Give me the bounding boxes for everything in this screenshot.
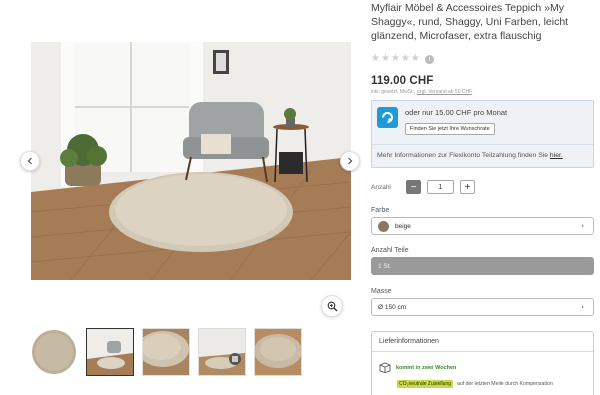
parts-select[interactable]: 1 St. — [371, 257, 594, 275]
product-info-panel: Myflair Möbel & Accessoires Teppich »My … — [371, 0, 595, 395]
zoom-button[interactable] — [321, 295, 343, 317]
chevron-right-icon — [348, 157, 353, 165]
color-select[interactable]: beige › — [371, 217, 594, 235]
parts-value: 1 St. — [378, 262, 392, 270]
thumbnail[interactable] — [198, 328, 246, 376]
co2-badge: CO₂neutrale Zustellung — [397, 380, 453, 388]
vat-prefix: inkl. gesetzl. MwSt., — [371, 89, 416, 95]
package-icon — [379, 362, 391, 373]
shipping-link[interactable]: zzgl. Versand ab 50 CHF — [417, 89, 473, 95]
star-icon: ★ — [390, 53, 400, 64]
thumbnail[interactable] — [254, 328, 302, 376]
quantity-input[interactable]: 1 — [427, 180, 454, 194]
finance-more-link[interactable]: hier. — [550, 152, 563, 159]
monthly-rate-text: oder nur 15.00 CHF pro Monat — [405, 108, 508, 117]
quantity-plus-button[interactable]: + — [460, 180, 475, 194]
thumbnail[interactable] — [142, 328, 190, 376]
color-label: Farbe — [371, 207, 390, 214]
quantity-minus-button[interactable]: − — [406, 180, 421, 194]
thumbnail-active[interactable] — [86, 328, 134, 376]
find-rate-button[interactable]: Finden Sie jetzt Ihre Wunschrate — [405, 123, 495, 135]
delivery-info-box: Lieferinformationen kommt in zwei Wochen… — [371, 331, 594, 395]
next-image-button[interactable] — [340, 151, 360, 171]
finance-more-info: Mehr Informationen zur Flexikonto Teilza… — [372, 145, 593, 167]
quantity-stepper: Anzahl − 1 + — [371, 179, 595, 195]
thumbnail-strip — [30, 328, 302, 376]
info-icon[interactable]: i — [424, 54, 434, 64]
co2-text: auf der letzten Meile durch Kompensation — [456, 381, 553, 387]
parts-label: Anzahl Teile — [371, 247, 409, 254]
thumbnail-rug-room — [199, 329, 245, 375]
delivery-heading: Lieferinformationen — [372, 332, 593, 352]
thumbnail-rug-top — [32, 330, 76, 374]
size-label: Masse — [371, 288, 392, 295]
chevron-left-icon — [27, 157, 32, 165]
thumbnail[interactable] — [30, 328, 78, 376]
color-swatch — [378, 220, 389, 232]
size-select[interactable]: Ø 150 cm › — [371, 298, 594, 316]
quantity-label: Anzahl — [371, 183, 391, 191]
product-main-image[interactable] — [31, 42, 351, 280]
star-icon: ★ — [400, 53, 410, 64]
star-icon: ★ — [410, 53, 420, 64]
flexikonto-logo-icon — [382, 112, 393, 123]
flexikonto-logo — [377, 107, 398, 128]
product-title: Myflair Möbel & Accessoires Teppich »My … — [371, 2, 569, 42]
prev-image-button[interactable] — [20, 151, 40, 171]
chevron-right-icon: › — [581, 222, 584, 230]
room-scene — [31, 42, 351, 280]
chevron-right-icon: › — [581, 303, 584, 311]
delivery-time: kommt in zwei Wochen — [396, 364, 457, 371]
star-icon: ★ — [380, 53, 390, 64]
finance-more-text: Mehr Informationen zur Flexikonto Teilza… — [377, 152, 549, 159]
finance-box: oder nur 15.00 CHF pro Monat Finden Sie … — [371, 100, 594, 168]
thumbnail-rug-floor — [255, 329, 301, 375]
thumbnail-rug-detail — [143, 329, 189, 375]
color-value: beige — [395, 222, 411, 230]
zoom-icon — [327, 301, 337, 311]
price: 119.00 CHF — [371, 75, 434, 87]
star-icon: ★ — [371, 53, 380, 64]
thumbnail-room — [87, 329, 133, 375]
rating[interactable]: ★ ★ ★ ★ ★ i — [371, 54, 595, 64]
size-value: Ø 150 cm — [378, 303, 407, 311]
vat-note: inkl. gesetzl. MwSt., zzgl. Versand ab 5… — [371, 89, 595, 95]
